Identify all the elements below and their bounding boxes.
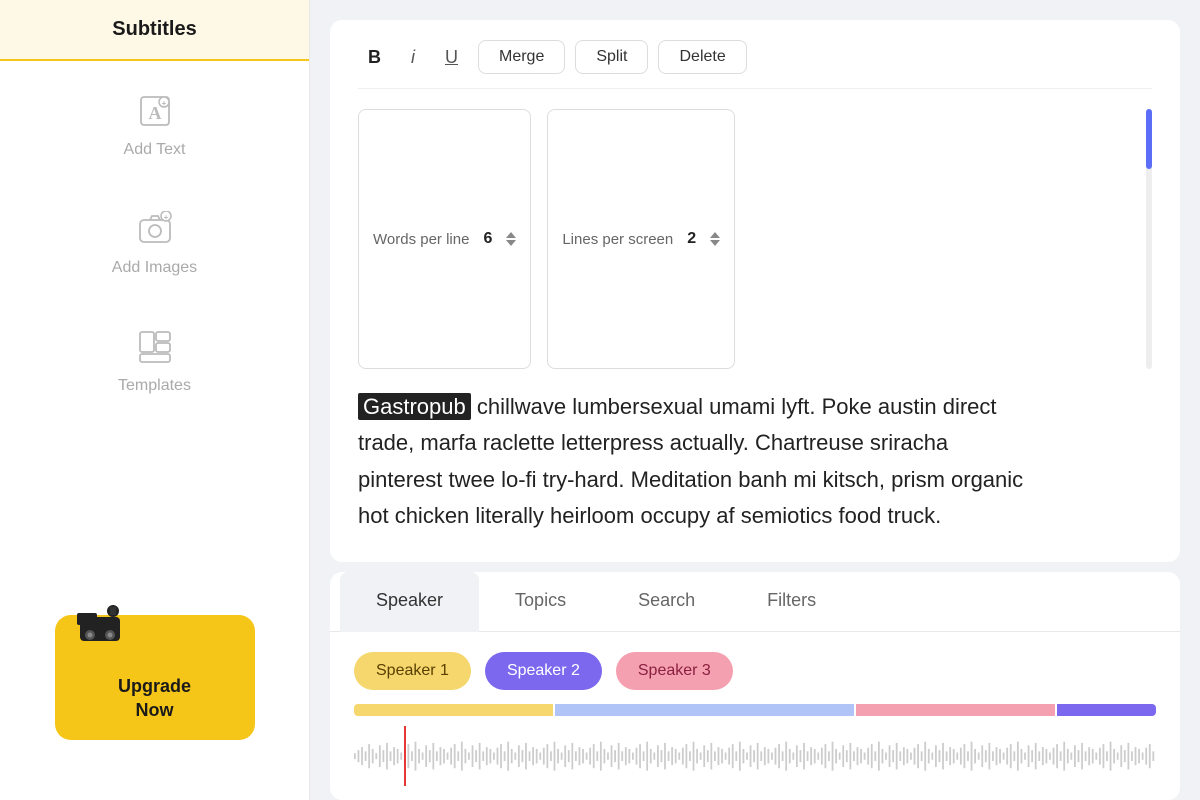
svg-text:+: + [163,213,168,222]
playhead[interactable] [404,726,406,786]
waveform-container[interactable] [354,726,1156,786]
split-button[interactable]: Split [575,40,648,74]
words-down-arrow[interactable] [506,240,516,246]
speaker-2-button[interactable]: Speaker 2 [485,652,602,690]
merge-button[interactable]: Merge [478,40,565,74]
main-content: B i U Merge Split Delete Words per line … [310,0,1200,800]
text-content: Gastropub chillwave lumbersexual umami l… [358,389,1038,534]
tab-search[interactable]: Search [602,572,731,632]
sidebar-item-add-text[interactable]: A + Add Text [0,61,309,179]
words-up-arrow[interactable] [506,232,516,238]
words-per-line-stepper[interactable] [506,232,516,246]
subtitles-label: Subtitles [112,18,196,40]
scrollbar-thumb[interactable] [1146,109,1152,169]
lines-down-arrow[interactable] [710,240,720,246]
timeline-segment-3 [856,704,1055,716]
sidebar-item-templates[interactable]: Templates [0,297,309,415]
upgrade-icon [75,605,125,650]
upgrade-label: Upgrade Now [118,675,191,722]
delete-button[interactable]: Delete [658,40,746,74]
upgrade-card[interactable]: Upgrade Now [55,615,255,740]
tabs-row: Speaker Topics Search Filters [330,572,1180,632]
speakers-row: Speaker 1 Speaker 2 Speaker 3 [330,632,1180,704]
lines-per-screen-control: Lines per screen 2 [547,109,735,369]
words-per-line-control: Words per line 6 [358,109,531,369]
editor-panel: B i U Merge Split Delete Words per line … [330,20,1180,562]
scrollbar-track [1146,109,1152,369]
sidebar-subtitles[interactable]: Subtitles [0,0,309,61]
templates-label: Templates [118,377,191,395]
svg-text:A: A [148,103,161,123]
tab-speaker[interactable]: Speaker [340,572,479,632]
italic-button[interactable]: i [401,41,425,74]
speaker-1-button[interactable]: Speaker 1 [354,652,471,690]
add-images-label: Add Images [112,259,197,277]
sidebar-item-add-images[interactable]: + Add Images [0,179,309,297]
highlighted-word: Gastropub [358,393,471,420]
svg-text:+: + [161,99,166,108]
timeline-segment-2 [555,704,854,716]
lines-per-screen-label: Lines per screen [562,231,673,248]
add-text-label: Add Text [124,141,186,159]
camera-icon: + [133,207,177,251]
waveform [354,726,1156,786]
timeline-segment-4 [1057,704,1157,716]
underline-button[interactable]: U [435,41,468,74]
tab-filters[interactable]: Filters [731,572,852,632]
lines-per-screen-value: 2 [687,230,696,248]
text-icon: A + [133,89,177,133]
sidebar: Subtitles A + Add Text + Add Images [0,0,310,800]
templates-icon [133,325,177,369]
words-per-line-label: Words per line [373,231,469,248]
speaker-3-button[interactable]: Speaker 3 [616,652,733,690]
lines-per-screen-stepper[interactable] [710,232,720,246]
bold-button[interactable]: B [358,41,391,74]
timeline-segment-1 [354,704,553,716]
bottom-panel: Speaker Topics Search Filters Speaker 1 … [330,572,1180,800]
tab-topics[interactable]: Topics [479,572,602,632]
toolbar: B i U Merge Split Delete [358,40,1152,89]
words-per-line-value: 6 [483,230,492,248]
controls-row: Words per line 6 Lines per screen 2 [358,109,1152,369]
timeline-bar [354,704,1156,716]
lines-up-arrow[interactable] [710,232,720,238]
